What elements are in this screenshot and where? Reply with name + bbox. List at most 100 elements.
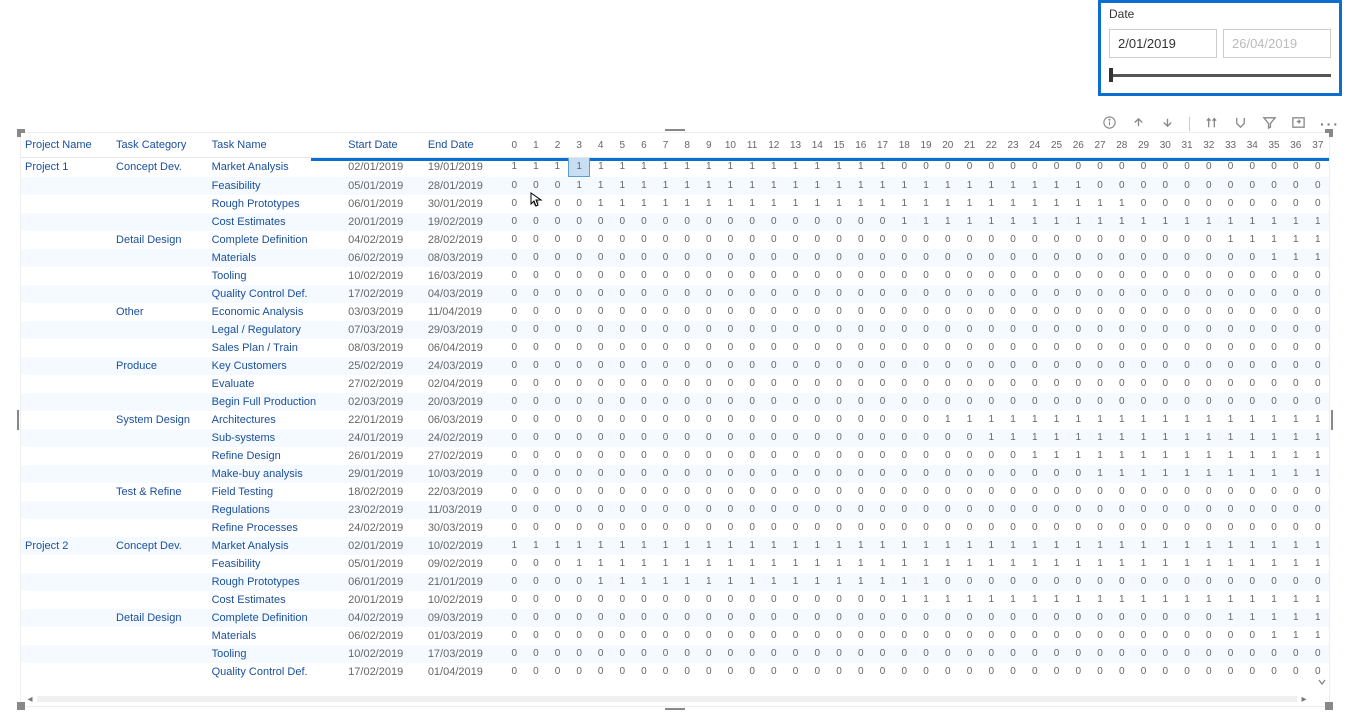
cell-value[interactable]: 0: [633, 357, 655, 375]
table-row[interactable]: Detail DesignComplete Definition04/02/20…: [21, 231, 1329, 249]
cell-value[interactable]: 0: [590, 465, 612, 483]
cell-value[interactable]: 0: [1089, 483, 1111, 501]
cell-value[interactable]: 1: [850, 158, 872, 177]
cell-value[interactable]: 0: [568, 519, 590, 537]
cell-value[interactable]: 0: [1154, 249, 1176, 267]
cell-value[interactable]: 1: [872, 158, 894, 177]
cell-value[interactable]: 0: [915, 411, 937, 429]
header-day[interactable]: 24: [1024, 133, 1046, 158]
cell-start-date[interactable]: 07/03/2019: [344, 321, 424, 339]
cell-value[interactable]: 0: [525, 231, 547, 249]
cell-value[interactable]: 1: [937, 537, 959, 555]
cell-value[interactable]: 0: [806, 393, 828, 411]
cell-value[interactable]: 1: [1285, 429, 1307, 447]
cell-value[interactable]: 0: [1285, 158, 1307, 177]
cell-value[interactable]: 1: [1046, 429, 1068, 447]
cell-value[interactable]: 0: [741, 663, 763, 681]
table-row[interactable]: Cost Estimates20/01/201919/02/2019000000…: [21, 213, 1329, 231]
cell-task[interactable]: Economic Analysis: [208, 303, 345, 321]
cell-value[interactable]: 0: [525, 393, 547, 411]
cell-category[interactable]: Detail Design: [112, 609, 208, 627]
header-day[interactable]: 3: [568, 133, 590, 158]
cell-value[interactable]: 0: [676, 339, 698, 357]
cell-value[interactable]: 0: [763, 375, 785, 393]
cell-value[interactable]: 0: [1111, 177, 1133, 196]
cell-value[interactable]: 1: [1307, 555, 1329, 573]
cell-value[interactable]: 0: [763, 339, 785, 357]
cell-value[interactable]: 1: [1198, 213, 1220, 231]
cell-value[interactable]: 0: [1241, 393, 1263, 411]
cell-start-date[interactable]: 17/02/2019: [344, 285, 424, 303]
cell-value[interactable]: 0: [568, 267, 590, 285]
cell-value[interactable]: 0: [590, 591, 612, 609]
cell-value[interactable]: 0: [655, 303, 677, 321]
cell-value[interactable]: 1: [1067, 429, 1089, 447]
cell-value[interactable]: 0: [1307, 519, 1329, 537]
cell-value[interactable]: 1: [1111, 465, 1133, 483]
cell-value[interactable]: 0: [872, 285, 894, 303]
cell-value[interactable]: 0: [1176, 177, 1198, 196]
header-day[interactable]: 4: [590, 133, 612, 158]
cell-category[interactable]: Detail Design: [112, 231, 208, 249]
cell-value[interactable]: 0: [806, 609, 828, 627]
table-row[interactable]: Tooling10/02/201917/03/20190000000000000…: [21, 645, 1329, 663]
cell-value[interactable]: 0: [1133, 177, 1155, 196]
cell-start-date[interactable]: 25/02/2019: [344, 357, 424, 375]
cell-category[interactable]: [112, 429, 208, 447]
cell-value[interactable]: 0: [1002, 321, 1024, 339]
cell-project[interactable]: [21, 267, 112, 285]
cell-value[interactable]: 0: [720, 609, 742, 627]
cell-value[interactable]: 1: [1154, 411, 1176, 429]
cell-value[interactable]: 1: [1133, 555, 1155, 573]
table-row[interactable]: Evaluate27/02/201902/04/2019000000000000…: [21, 375, 1329, 393]
cell-value[interactable]: 0: [633, 393, 655, 411]
cell-value[interactable]: 1: [1220, 213, 1242, 231]
cell-value[interactable]: 0: [1263, 195, 1285, 213]
cell-value[interactable]: 0: [959, 393, 981, 411]
cell-value[interactable]: 0: [547, 375, 569, 393]
cell-value[interactable]: 1: [959, 411, 981, 429]
cell-end-date[interactable]: 10/03/2019: [424, 465, 504, 483]
header-day[interactable]: 8: [676, 133, 698, 158]
cell-value[interactable]: 0: [1067, 339, 1089, 357]
cell-value[interactable]: 0: [1198, 375, 1220, 393]
cell-value[interactable]: 1: [1024, 411, 1046, 429]
cell-value[interactable]: 0: [547, 231, 569, 249]
cell-value[interactable]: 0: [655, 393, 677, 411]
cell-value[interactable]: 0: [503, 663, 525, 681]
cell-value[interactable]: 1: [828, 158, 850, 177]
cell-value[interactable]: 0: [1133, 321, 1155, 339]
cell-value[interactable]: 0: [1307, 663, 1329, 681]
cell-value[interactable]: 0: [872, 231, 894, 249]
cell-value[interactable]: 1: [741, 573, 763, 591]
cell-value[interactable]: 1: [1002, 213, 1024, 231]
cell-value[interactable]: 0: [525, 591, 547, 609]
cell-value[interactable]: 0: [1285, 501, 1307, 519]
cell-category[interactable]: [112, 177, 208, 196]
header-day[interactable]: 36: [1285, 133, 1307, 158]
cell-value[interactable]: 0: [547, 519, 569, 537]
cell-value[interactable]: 0: [937, 267, 959, 285]
cell-value[interactable]: 0: [676, 501, 698, 519]
cell-value[interactable]: 0: [1089, 339, 1111, 357]
cell-value[interactable]: 0: [1263, 519, 1285, 537]
cell-value[interactable]: 1: [1046, 195, 1068, 213]
cell-value[interactable]: 0: [547, 591, 569, 609]
cell-value[interactable]: 1: [1176, 555, 1198, 573]
cell-value[interactable]: 0: [741, 501, 763, 519]
cell-value[interactable]: 1: [633, 195, 655, 213]
cell-value[interactable]: 0: [1198, 285, 1220, 303]
cell-value[interactable]: 1: [850, 555, 872, 573]
cell-start-date[interactable]: 04/02/2019: [344, 231, 424, 249]
cell-value[interactable]: 0: [1046, 321, 1068, 339]
cell-value[interactable]: 0: [828, 501, 850, 519]
cell-value[interactable]: 0: [872, 519, 894, 537]
cell-value[interactable]: 0: [633, 375, 655, 393]
cell-value[interactable]: 1: [980, 177, 1002, 196]
cell-value[interactable]: 0: [1002, 357, 1024, 375]
cell-task[interactable]: Materials: [208, 249, 345, 267]
cell-value[interactable]: 0: [590, 627, 612, 645]
cell-value[interactable]: 0: [828, 519, 850, 537]
table-row[interactable]: Project 2Concept Dev.Market Analysis02/0…: [21, 537, 1329, 555]
cell-value[interactable]: 0: [915, 303, 937, 321]
